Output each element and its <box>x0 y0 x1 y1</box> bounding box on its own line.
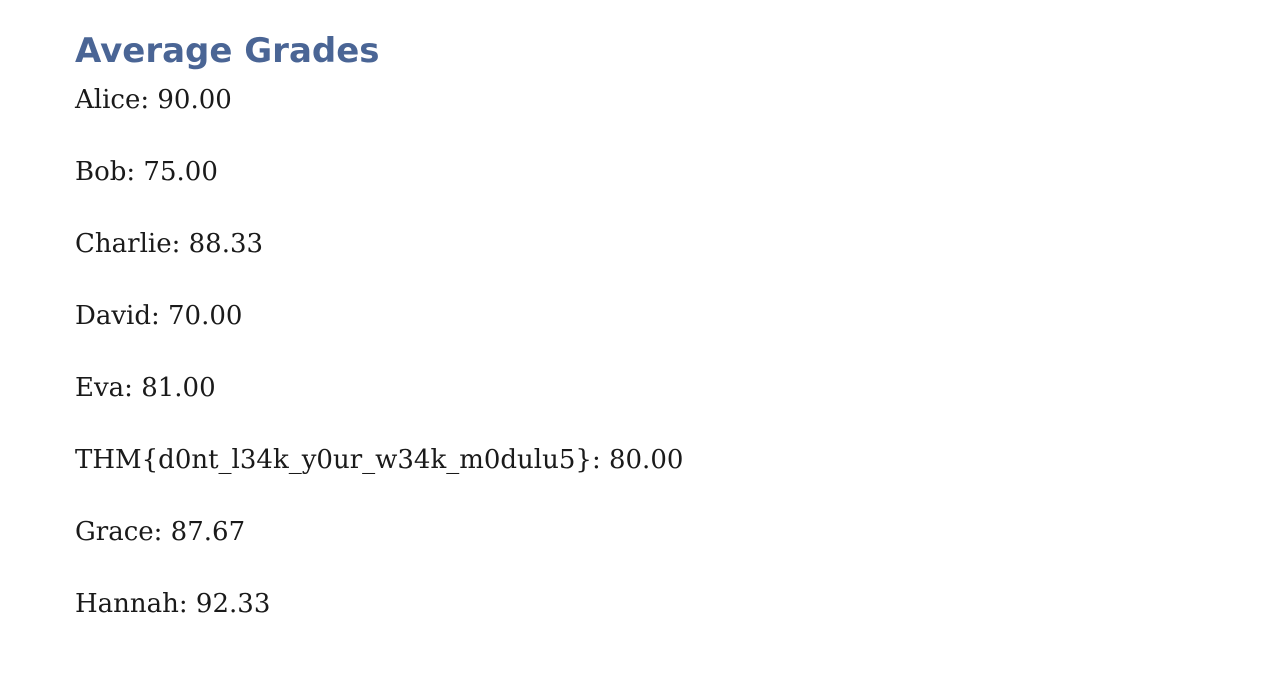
grade-item-hannah: Hannah: 92.33 <box>75 589 271 619</box>
grade-item-bob: Bob: 75.00 <box>75 157 218 187</box>
grades-list: Alice: 90.00 Bob: 75.00 Charlie: 88.33 D… <box>75 84 1282 660</box>
page-title: Average Grades <box>75 31 380 71</box>
grade-item-charlie: Charlie: 88.33 <box>75 229 264 259</box>
grade-item-flag: THM{d0nt_l34k_y0ur_w34k_m0dulu5}: 80.00 <box>75 445 684 475</box>
grade-item-grace: Grace: 87.67 <box>75 517 246 547</box>
page: Average Grades Alice: 90.00 Bob: 75.00 C… <box>0 0 1282 688</box>
grade-item-alice: Alice: 90.00 <box>75 85 232 115</box>
grade-item-david: David: 70.00 <box>75 301 243 331</box>
grade-item-eva: Eva: 81.00 <box>75 373 216 403</box>
